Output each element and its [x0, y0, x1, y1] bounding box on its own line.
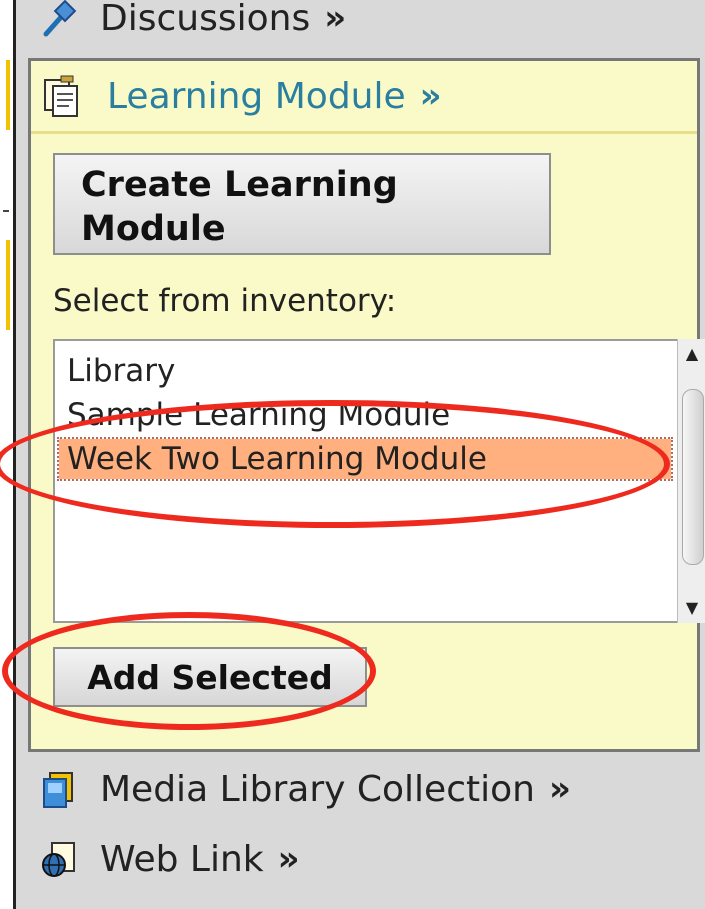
- inventory-listbox[interactable]: Library Sample Learning Module Week Two …: [53, 339, 703, 623]
- learning-module-title: Learning Module: [107, 75, 406, 117]
- learning-module-panel: Learning Module » Create Learning Module…: [28, 58, 705, 752]
- add-selected-button[interactable]: Add Selected: [53, 647, 367, 707]
- chevron-icon: »: [277, 839, 300, 879]
- learning-module-header[interactable]: Learning Module »: [31, 61, 697, 134]
- left-tick: [3, 210, 9, 212]
- sidebar-item-label: Web Link: [100, 838, 264, 880]
- left-frame: [0, 0, 16, 909]
- media-library-icon: [40, 769, 80, 809]
- chevron-icon: »: [548, 769, 571, 809]
- pin-icon: [40, 0, 80, 38]
- sidebar-item-discussions[interactable]: Discussions »: [18, 0, 705, 40]
- sidebar-item-label: Media Library Collection: [100, 768, 535, 810]
- sidebar-item-media-library[interactable]: Media Library Collection »: [18, 764, 705, 814]
- chevron-icon: »: [419, 76, 442, 116]
- inventory-scrollbar[interactable]: ▲ ▼: [677, 339, 705, 623]
- scroll-down-arrow-icon[interactable]: ▼: [678, 595, 705, 621]
- left-tab-marker: [6, 60, 10, 130]
- left-tab-marker: [6, 240, 10, 330]
- scroll-thumb[interactable]: [682, 389, 704, 565]
- list-item-selected[interactable]: Week Two Learning Module: [57, 437, 673, 481]
- document-icon: [41, 74, 85, 118]
- sidebar-item-label: Discussions: [100, 0, 311, 39]
- select-inventory-label: Select from inventory:: [53, 283, 397, 319]
- create-learning-module-button[interactable]: Create Learning Module: [53, 153, 551, 255]
- scroll-up-arrow-icon[interactable]: ▲: [678, 341, 705, 367]
- web-link-icon: [40, 839, 80, 879]
- list-item[interactable]: Sample Learning Module: [67, 397, 450, 433]
- chevron-icon: »: [324, 0, 347, 38]
- sidebar-item-web-link[interactable]: Web Link »: [18, 834, 705, 884]
- list-item[interactable]: Library: [67, 353, 175, 389]
